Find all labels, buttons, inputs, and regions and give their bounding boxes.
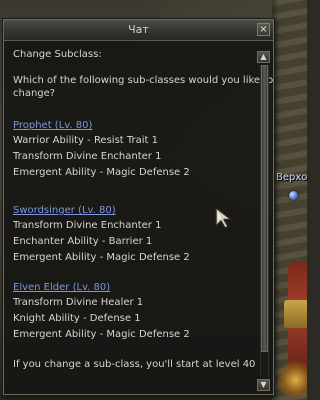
dialog-heading: Change Subclass: bbox=[13, 49, 102, 60]
window-title-bar[interactable]: Чат × bbox=[4, 20, 273, 41]
arrow-down-icon: ▼ bbox=[260, 380, 267, 389]
scroll-up-button[interactable]: ▲ bbox=[257, 51, 270, 63]
ability-line: Transform Divine Healer 1 bbox=[13, 297, 144, 308]
dialog-footer: If you change a sub-class, you'll start … bbox=[13, 359, 256, 370]
scroll-down-button[interactable]: ▼ bbox=[257, 379, 270, 391]
window-title: Чат bbox=[128, 23, 149, 36]
scene-light bbox=[278, 360, 307, 400]
ability-line: Warrior Ability - Resist Trait 1 bbox=[13, 135, 159, 146]
scroll-track[interactable] bbox=[260, 65, 269, 377]
npc-name-label[interactable]: Верхо bbox=[276, 172, 307, 183]
dialog-question-line-2: change? bbox=[13, 88, 56, 99]
ability-line: Knight Ability - Defense 1 bbox=[13, 313, 141, 324]
npc-marker-icon bbox=[289, 191, 298, 200]
subclass-link-elven-elder[interactable]: Elven Elder (Lv. 80) bbox=[13, 281, 110, 294]
ability-line: Transform Divine Enchanter 1 bbox=[13, 220, 162, 231]
close-icon: × bbox=[259, 24, 268, 35]
mouse-pointer-icon bbox=[215, 207, 232, 229]
ability-line: Emergent Ability - Magic Defense 2 bbox=[13, 329, 190, 340]
ability-line: Emergent Ability - Magic Defense 2 bbox=[13, 252, 190, 263]
scroll-thumb[interactable] bbox=[261, 65, 268, 352]
npc-armor bbox=[284, 300, 307, 328]
subclass-link-swordsinger[interactable]: Swordsinger (Lv. 80) bbox=[13, 204, 116, 217]
ability-line: Transform Divine Enchanter 1 bbox=[13, 151, 162, 162]
ability-line: Emergent Ability - Magic Defense 2 bbox=[13, 167, 190, 178]
ability-line: Enchanter Ability - Barrier 1 bbox=[13, 236, 153, 247]
arrow-up-icon: ▲ bbox=[260, 52, 267, 61]
close-button[interactable]: × bbox=[257, 23, 270, 36]
scrollbar[interactable]: ▲ ▼ bbox=[257, 51, 270, 391]
dialog-question-line-1: Which of the following sub-classes would… bbox=[13, 75, 274, 86]
subclass-link-prophet[interactable]: Prophet (Lv. 80) bbox=[13, 119, 92, 132]
